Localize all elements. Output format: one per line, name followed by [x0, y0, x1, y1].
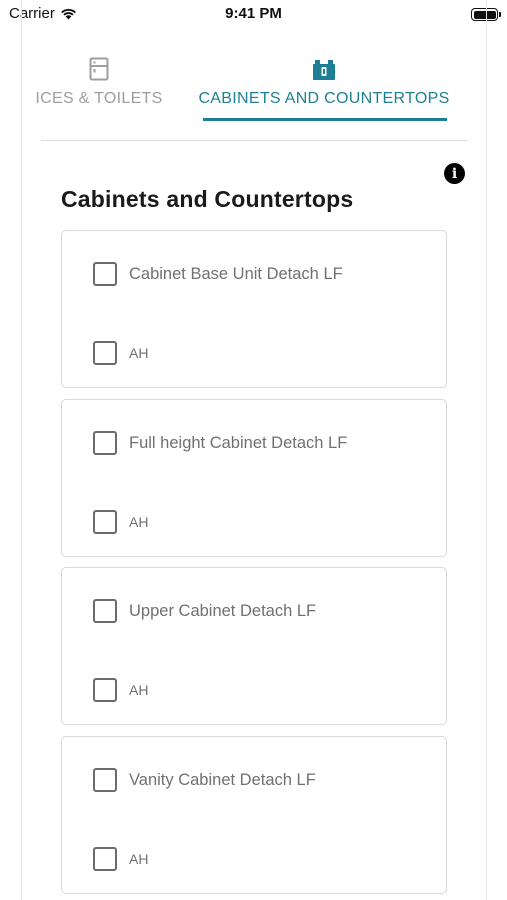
- item-row[interactable]: Full height Cabinet Detach LF: [93, 431, 347, 455]
- sub-item-label: AH: [129, 345, 149, 361]
- item-label: Upper Cabinet Detach LF: [129, 601, 317, 620]
- sub-item-row[interactable]: AH: [93, 510, 148, 534]
- sub-item-label: AH: [129, 851, 149, 867]
- category-tabs: ICES & TOILETS CABINETS AND COUNTERTOPS: [22, 56, 486, 122]
- item-row[interactable]: Upper Cabinet Detach LF: [93, 599, 316, 623]
- status-bar: Carrier 9:41 PM: [0, 0, 507, 28]
- sub-item-checkbox[interactable]: [93, 510, 117, 534]
- item-card: Cabinet Base Unit Detach LF AH: [61, 230, 447, 388]
- item-label: Cabinet Base Unit Detach LF: [129, 264, 343, 283]
- tab-appliances-toilets[interactable]: ICES & TOILETS: [22, 56, 194, 122]
- item-card: Vanity Cabinet Detach LF AH: [61, 736, 447, 894]
- item-checkbox[interactable]: [93, 599, 117, 623]
- item-checkbox[interactable]: [93, 262, 117, 286]
- sub-item-checkbox[interactable]: [93, 678, 117, 702]
- item-row[interactable]: Vanity Cabinet Detach LF: [93, 768, 316, 792]
- item-checkbox[interactable]: [93, 768, 117, 792]
- sub-item-label: AH: [129, 682, 149, 698]
- battery-icon: [471, 8, 501, 21]
- content-border-left: [21, 0, 22, 900]
- item-card: Full height Cabinet Detach LF AH: [61, 399, 447, 557]
- active-tab-indicator: [203, 118, 447, 121]
- item-checkbox[interactable]: [93, 431, 117, 455]
- section-title: Cabinets and Countertops: [61, 186, 354, 212]
- sub-item-label: AH: [129, 514, 149, 530]
- fridge-icon: [89, 57, 109, 81]
- sub-item-row[interactable]: AH: [93, 847, 148, 871]
- tab-label: CABINETS AND COUNTERTOPS: [198, 90, 450, 107]
- sub-item-checkbox[interactable]: [93, 847, 117, 871]
- content-border-right: [486, 0, 487, 900]
- tabs-divider: [41, 140, 467, 141]
- sub-item-row[interactable]: AH: [93, 341, 148, 365]
- status-time: 9:41 PM: [225, 5, 282, 22]
- tab-label: ICES & TOILETS: [35, 90, 163, 107]
- item-label: Vanity Cabinet Detach LF: [129, 770, 316, 789]
- item-row[interactable]: Cabinet Base Unit Detach LF: [93, 262, 343, 286]
- sub-item-row[interactable]: AH: [93, 678, 148, 702]
- item-label: Full height Cabinet Detach LF: [129, 433, 348, 452]
- sub-item-checkbox[interactable]: [93, 341, 117, 365]
- cabinet-icon: [313, 60, 335, 80]
- item-card: Upper Cabinet Detach LF AH: [61, 567, 447, 725]
- tab-cabinets-countertops[interactable]: CABINETS AND COUNTERTOPS: [198, 56, 449, 122]
- info-icon[interactable]: i: [444, 163, 465, 184]
